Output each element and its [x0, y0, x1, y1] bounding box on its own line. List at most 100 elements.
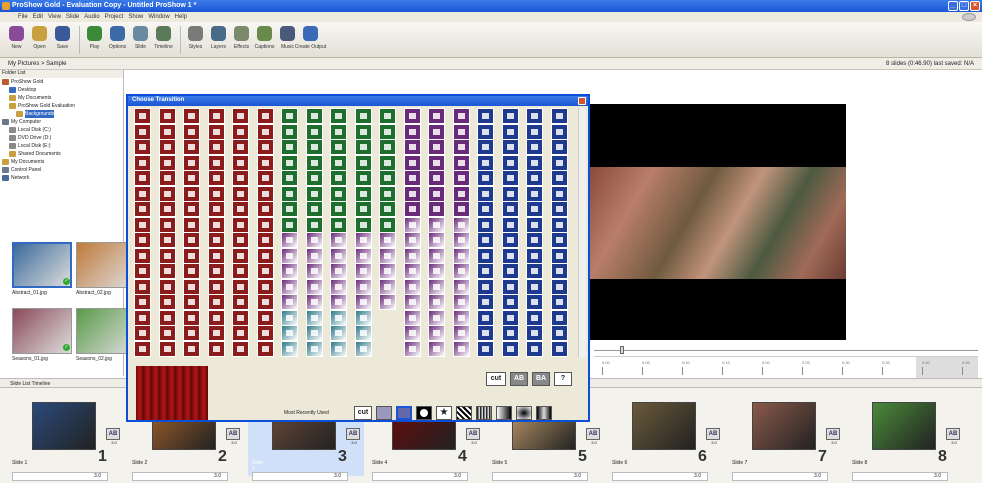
- slide-thumbnail[interactable]: [32, 402, 96, 450]
- transition-thumbnail[interactable]: [379, 294, 396, 310]
- transition-thumbnail[interactable]: [183, 216, 200, 233]
- transition-thumbnail[interactable]: [428, 216, 445, 233]
- save-button[interactable]: Save: [52, 26, 73, 57]
- transition-thumbnail[interactable]: [550, 139, 568, 155]
- transition-thumbnail[interactable]: [330, 278, 347, 295]
- recent-star-icon[interactable]: ★: [436, 406, 452, 420]
- transition-thumbnail[interactable]: [281, 154, 298, 171]
- transition-thumbnail[interactable]: [232, 263, 249, 279]
- transition-thumbnail[interactable]: [477, 108, 494, 124]
- transition-thumbnail[interactable]: [501, 108, 519, 124]
- menu-project[interactable]: Project: [105, 14, 124, 22]
- transition-thumbnail[interactable]: [232, 216, 249, 233]
- transition-thumbnail[interactable]: [256, 278, 274, 295]
- transition-thumbnail[interactable]: [281, 232, 298, 248]
- transition-thumbnail[interactable]: [281, 185, 298, 202]
- transition-thumbnail[interactable]: [207, 216, 225, 233]
- transition-thumbnail[interactable]: [134, 340, 151, 357]
- slide-thumbnail[interactable]: [752, 402, 816, 450]
- transition-thumbnail[interactable]: [134, 216, 151, 233]
- transition-thumbnail[interactable]: [501, 123, 519, 140]
- menu-file[interactable]: File: [18, 14, 28, 22]
- ba-button[interactable]: BA: [532, 372, 550, 386]
- tree-item[interactable]: Network: [0, 174, 123, 182]
- transition-thumbnail[interactable]: [354, 294, 372, 310]
- cut-button[interactable]: cut: [486, 372, 506, 386]
- transition-thumbnail[interactable]: [305, 170, 323, 186]
- slide-duration[interactable]: 3.0: [12, 472, 108, 481]
- transition-thumbnail[interactable]: [403, 232, 421, 248]
- transition-thumbnail[interactable]: [428, 309, 445, 326]
- transition-thumbnail[interactable]: [428, 123, 445, 140]
- transition-thumbnail[interactable]: [452, 294, 470, 310]
- transition-thumbnail[interactable]: [428, 108, 445, 124]
- transition-thumbnail[interactable]: [501, 325, 519, 341]
- transition-thumbnail[interactable]: [550, 247, 568, 264]
- transition-thumbnail[interactable]: [256, 170, 274, 186]
- transition-thumbnail[interactable]: [428, 201, 445, 217]
- slide-name[interactable]: Slide 2: [132, 460, 147, 466]
- transition-thumbnail[interactable]: [232, 309, 249, 326]
- transition-thumbnail[interactable]: [403, 278, 421, 295]
- transition-thumbnail[interactable]: [158, 294, 176, 310]
- transition-thumbnail[interactable]: [305, 294, 323, 310]
- transition-thumbnail[interactable]: [305, 263, 323, 279]
- transition-thumbnail[interactable]: [183, 325, 200, 341]
- transition-thumbnail[interactable]: [379, 154, 396, 171]
- transition-thumbnail[interactable]: [183, 108, 200, 124]
- transition-thumbnail[interactable]: [305, 108, 323, 124]
- recent-stripes-icon[interactable]: [476, 406, 492, 420]
- transition-thumbnail[interactable]: [207, 154, 225, 171]
- slide-duration[interactable]: 3.0: [492, 472, 588, 481]
- transition-thumbnail[interactable]: [452, 170, 470, 186]
- transition-thumbnail[interactable]: [379, 123, 396, 140]
- transition-thumbnail[interactable]: [501, 185, 519, 202]
- recent-circle-icon[interactable]: [416, 406, 432, 420]
- transition-thumbnail[interactable]: [256, 139, 274, 155]
- transition-thumbnail[interactable]: [158, 154, 176, 171]
- transition-thumbnail[interactable]: [403, 263, 421, 279]
- transition-thumbnail[interactable]: [281, 340, 298, 357]
- transition-thumbnail[interactable]: [256, 154, 274, 171]
- transition-thumbnail[interactable]: [477, 232, 494, 248]
- recent-fade-icon[interactable]: [496, 406, 512, 420]
- transition-thumbnail[interactable]: [501, 294, 519, 310]
- transition-thumbnail[interactable]: [428, 170, 445, 186]
- transition-thumbnail[interactable]: [281, 216, 298, 233]
- tree-item[interactable]: My Documents: [0, 94, 123, 102]
- transition-thumbnail[interactable]: [550, 278, 568, 295]
- transition-thumbnail[interactable]: [158, 123, 176, 140]
- transition-thumbnail[interactable]: [134, 185, 151, 202]
- transition-thumbnail[interactable]: [232, 108, 249, 124]
- transition-thumbnail[interactable]: [550, 216, 568, 233]
- transition-thumbnail[interactable]: [550, 340, 568, 357]
- transition-thumbnail[interactable]: [452, 154, 470, 171]
- slide-name[interactable]: Slide 7: [732, 460, 747, 466]
- transition-thumbnail[interactable]: [305, 309, 323, 326]
- transition-thumbnail[interactable]: [232, 201, 249, 217]
- transition-thumbnail[interactable]: [428, 278, 445, 295]
- transition-thumbnail[interactable]: [207, 185, 225, 202]
- transition-thumbnail[interactable]: [477, 294, 494, 310]
- transition-thumbnail[interactable]: [354, 232, 372, 248]
- menu-edit[interactable]: Edit: [33, 14, 43, 22]
- transition-thumbnail[interactable]: [452, 263, 470, 279]
- transition-thumbnail[interactable]: [477, 216, 494, 233]
- transition-thumbnail[interactable]: [134, 201, 151, 217]
- transition-thumbnail[interactable]: [501, 278, 519, 295]
- transition-thumbnail[interactable]: [305, 325, 323, 341]
- transition-thumbnail[interactable]: [403, 185, 421, 202]
- transition-thumbnail[interactable]: [526, 123, 543, 140]
- tree-item[interactable]: Local Disk (E:): [0, 142, 123, 150]
- transition-thumbnail[interactable]: [281, 263, 298, 279]
- transition-thumbnail[interactable]: [428, 185, 445, 202]
- options-button[interactable]: Options: [107, 26, 128, 57]
- transition-thumbnail[interactable]: [330, 154, 347, 171]
- transition-thumbnail[interactable]: [501, 247, 519, 264]
- transition-thumbnail[interactable]: [379, 232, 396, 248]
- transition-button[interactable]: AB 3.0: [106, 428, 122, 450]
- transition-thumbnail[interactable]: [403, 108, 421, 124]
- transition-thumbnail[interactable]: [183, 247, 200, 264]
- transition-thumbnail[interactable]: [256, 216, 274, 233]
- transition-thumbnail[interactable]: [232, 139, 249, 155]
